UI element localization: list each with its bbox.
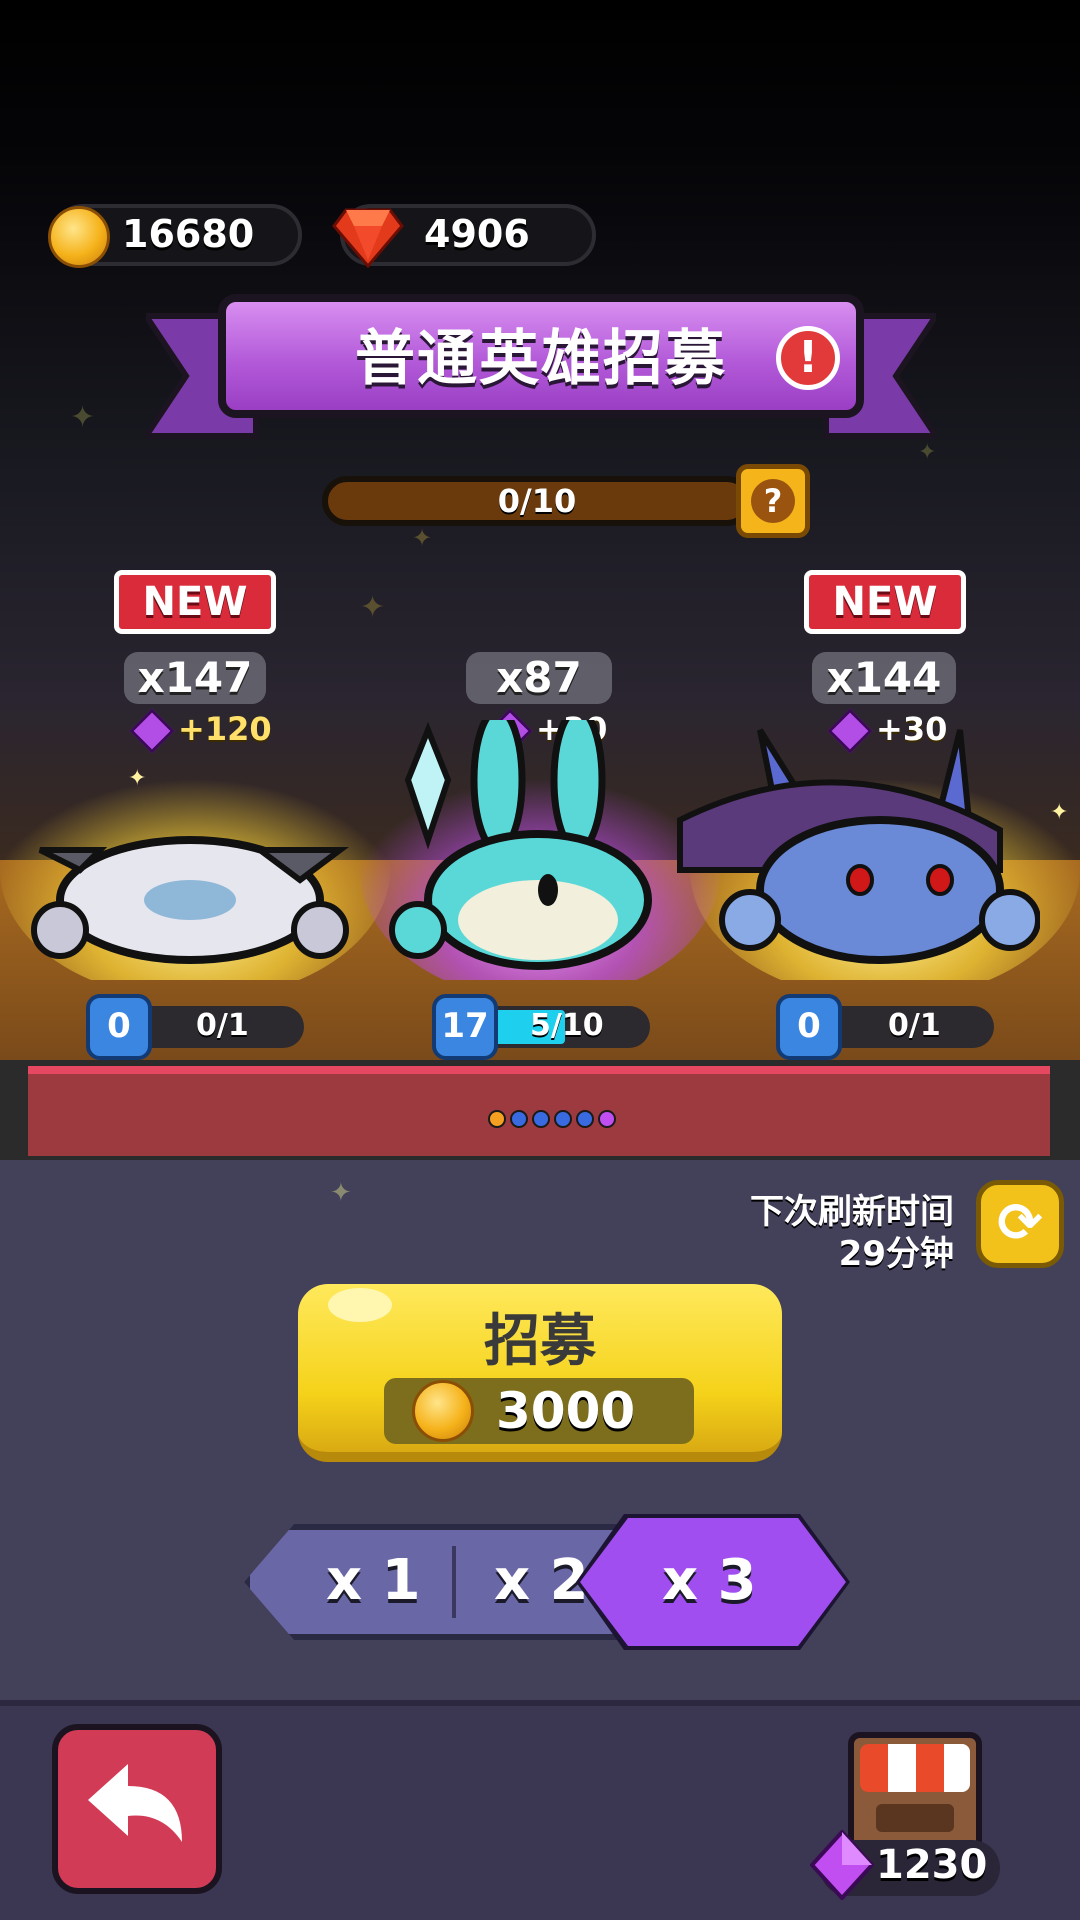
- hero-level-progress: 0/1: [196, 1008, 249, 1043]
- gem-amount: 4906: [424, 212, 530, 256]
- hero-count: x144: [812, 652, 956, 704]
- hero-gem-bonus: +120: [129, 708, 272, 754]
- hero-armored-slime[interactable]: [20, 790, 360, 970]
- hero-level-badge: 0: [776, 994, 842, 1060]
- hero-count: x87: [466, 652, 612, 704]
- new-badge: NEW: [114, 570, 276, 634]
- hero-gem-bonus-value: +120: [178, 710, 272, 748]
- page-dots: [488, 1110, 616, 1128]
- question-icon: ?: [751, 479, 795, 523]
- multiplier-option-x1[interactable]: x 1: [326, 1548, 421, 1613]
- hero-horned-slime[interactable]: [640, 720, 1040, 970]
- sparkle-icon: ✦: [330, 1178, 352, 1208]
- hero-count: x147: [124, 652, 266, 704]
- coin-icon: [412, 1380, 474, 1442]
- shop-gem-amount: 1230: [876, 1842, 988, 1888]
- multiplier-option-x3-label: x 3: [662, 1548, 757, 1613]
- coin-icon: [48, 206, 110, 268]
- hero-level-progress: 0/1: [888, 1008, 941, 1043]
- exclamation-icon[interactable]: !: [776, 326, 840, 390]
- sparkle-icon: ✦: [70, 400, 96, 435]
- multiplier-divider: [452, 1546, 456, 1618]
- refresh-icon[interactable]: ⟳: [976, 1180, 1064, 1268]
- gem-icon: [129, 708, 175, 754]
- page-title: 普通英雄招募: [355, 324, 727, 394]
- ruby-icon: [332, 208, 404, 268]
- page-dot[interactable]: [598, 1110, 616, 1128]
- page-dot[interactable]: [576, 1110, 594, 1128]
- shop-awning: [860, 1744, 970, 1792]
- refresh-time: 29分钟: [838, 1234, 954, 1274]
- page-dot[interactable]: [532, 1110, 550, 1128]
- new-badge: NEW: [804, 570, 966, 634]
- gem-icon: [810, 1830, 874, 1900]
- recruit-progress-text: 0/10: [497, 482, 577, 520]
- page-dot[interactable]: [488, 1110, 506, 1128]
- hero-level-badge: 17: [432, 994, 498, 1060]
- hero-level-progress: 5/10: [530, 1008, 604, 1043]
- recruit-button-label: 招募: [484, 1309, 596, 1374]
- page-dot[interactable]: [510, 1110, 528, 1128]
- recruit-cost: 3000: [496, 1382, 636, 1440]
- sparkle-icon: ✦: [412, 524, 433, 552]
- page-dot[interactable]: [554, 1110, 572, 1128]
- shop-counter: [876, 1804, 954, 1832]
- gold-amount: 16680: [122, 212, 255, 256]
- back-button[interactable]: [52, 1724, 222, 1894]
- hero-level-badge: 0: [86, 994, 152, 1060]
- help-button[interactable]: ?: [736, 464, 810, 538]
- back-arrow-icon: [88, 1764, 182, 1842]
